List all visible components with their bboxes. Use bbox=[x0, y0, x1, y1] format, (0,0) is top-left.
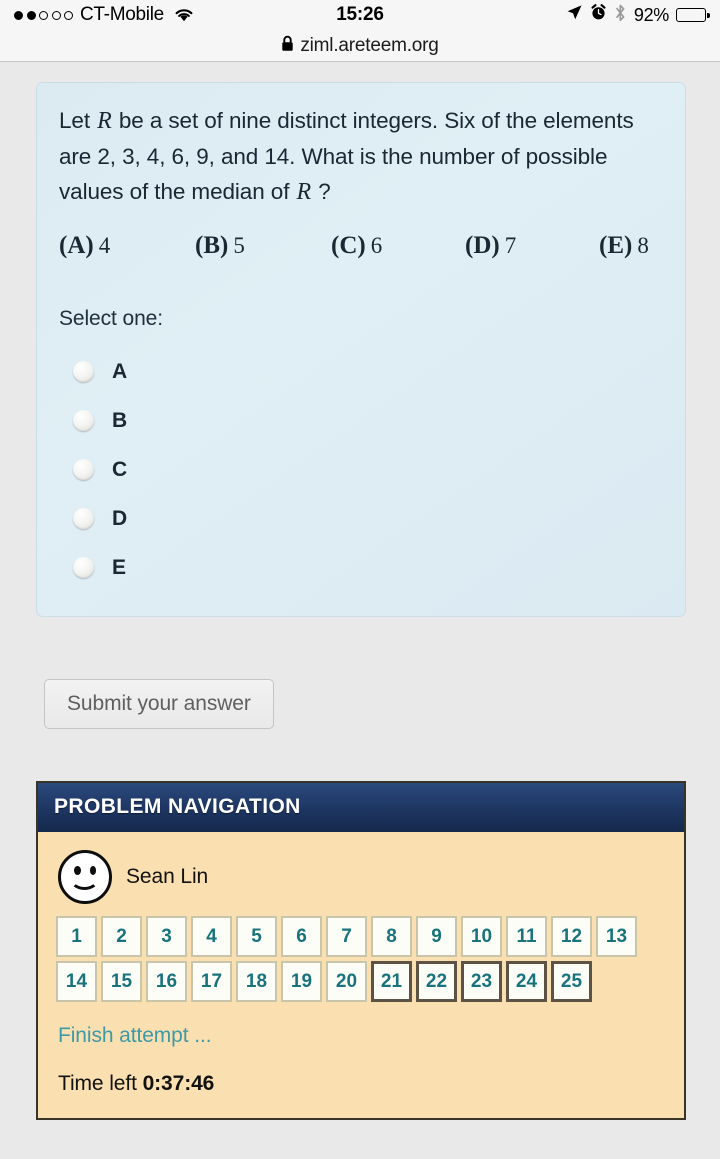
option-label-c: C bbox=[112, 457, 128, 481]
radio-button-b[interactable] bbox=[73, 410, 94, 431]
cellular-signal-dots bbox=[14, 10, 73, 20]
problem-button-1[interactable]: 1 bbox=[56, 916, 97, 957]
option-row-b[interactable]: B bbox=[59, 396, 663, 445]
problem-button-4[interactable]: 4 bbox=[191, 916, 232, 957]
answer-choice-b-label: (B) bbox=[195, 232, 229, 259]
time-left-label: Time left bbox=[58, 1072, 143, 1095]
answer-choice-e-label: (E) bbox=[599, 232, 633, 259]
answer-options-list: A B C D E bbox=[59, 347, 663, 592]
signal-dot-filled bbox=[26, 10, 36, 20]
question-text: Let R be a set of nine distinct integers… bbox=[59, 103, 663, 210]
math-variable-r-2: R bbox=[296, 179, 312, 205]
question-card: Let R be a set of nine distinct integers… bbox=[36, 82, 686, 617]
location-arrow-icon bbox=[566, 4, 583, 26]
answer-choice-a-label: (A) bbox=[59, 232, 94, 259]
status-bar-left: CT-Mobile bbox=[14, 4, 195, 26]
problem-button-7[interactable]: 7 bbox=[326, 916, 367, 957]
ios-status-bar: CT-Mobile 15:26 92% bbox=[0, 0, 720, 30]
time-left-value: 0:37:46 bbox=[142, 1072, 215, 1095]
math-variable-r-1: R bbox=[97, 108, 112, 134]
problem-navigation-header: PROBLEM NAVIGATION bbox=[38, 783, 684, 832]
option-row-a[interactable]: A bbox=[59, 347, 663, 396]
answer-choice-e: (E) 8 bbox=[599, 232, 649, 260]
answer-choice-d-value: 7 bbox=[504, 233, 517, 258]
option-label-e: E bbox=[112, 555, 127, 579]
submit-answer-button[interactable]: Submit your answer bbox=[44, 679, 274, 729]
signal-dot-empty bbox=[39, 10, 48, 20]
problem-button-10[interactable]: 10 bbox=[461, 916, 502, 957]
question-text-part-3: ? bbox=[312, 179, 331, 204]
battery-icon bbox=[676, 8, 710, 22]
signal-dot-empty bbox=[64, 10, 73, 20]
problem-button-9[interactable]: 9 bbox=[416, 916, 457, 957]
problem-button-24[interactable]: 24 bbox=[506, 961, 547, 1002]
answer-choice-a: (A) 4 bbox=[59, 232, 195, 260]
signal-dot-filled bbox=[14, 10, 23, 20]
answer-choice-d: (D) 7 bbox=[465, 232, 599, 260]
smiley-face-avatar-icon bbox=[58, 850, 112, 904]
problem-button-19[interactable]: 19 bbox=[281, 961, 322, 1002]
url-text: ziml.areteem.org bbox=[300, 34, 439, 56]
problem-button-18[interactable]: 18 bbox=[236, 961, 277, 1002]
page-content: Let R be a set of nine distinct integers… bbox=[0, 82, 720, 1159]
question-text-part-1: Let bbox=[59, 108, 97, 133]
option-row-c[interactable]: C bbox=[59, 445, 663, 494]
problem-button-14[interactable]: 14 bbox=[56, 961, 97, 1002]
problem-button-6[interactable]: 6 bbox=[281, 916, 322, 957]
select-one-label: Select one: bbox=[59, 307, 163, 330]
bluetooth-icon bbox=[614, 4, 627, 27]
problem-button-17[interactable]: 17 bbox=[191, 961, 232, 1002]
problem-button-8[interactable]: 8 bbox=[371, 916, 412, 957]
user-name: Sean Lin bbox=[126, 865, 209, 888]
problem-number-grid: 1 2 3 4 5 6 7 8 9 10 11 12 13 14 15 16 1… bbox=[52, 916, 666, 1002]
problem-button-22[interactable]: 22 bbox=[416, 961, 457, 1002]
problem-navigation-panel: PROBLEM NAVIGATION Sean Lin 1 2 3 4 5 6 … bbox=[36, 781, 686, 1120]
alarm-clock-icon bbox=[590, 4, 607, 26]
option-label-d: D bbox=[112, 506, 128, 530]
answer-choice-c-label: (C) bbox=[331, 232, 366, 259]
answer-choice-e-value: 8 bbox=[637, 233, 649, 258]
carrier-name: CT-Mobile bbox=[80, 4, 164, 25]
battery-percentage: 92% bbox=[633, 4, 669, 25]
user-row: Sean Lin bbox=[52, 846, 670, 916]
radio-button-c[interactable] bbox=[73, 459, 94, 480]
problem-button-13[interactable]: 13 bbox=[596, 916, 637, 957]
option-row-d[interactable]: D bbox=[59, 494, 663, 543]
answer-choice-a-value: 4 bbox=[98, 233, 111, 258]
wifi-icon bbox=[173, 7, 195, 23]
answer-choices-row: (A) 4 (B) 5 (C) 6 (D) 7 (E) 8 bbox=[59, 232, 663, 260]
option-row-e[interactable]: E bbox=[59, 543, 663, 592]
option-label-b: B bbox=[112, 408, 128, 432]
option-label-a: A bbox=[112, 359, 128, 383]
radio-button-d[interactable] bbox=[73, 508, 94, 529]
answer-choice-b-value: 5 bbox=[233, 233, 245, 258]
problem-button-21[interactable]: 21 bbox=[371, 961, 412, 1002]
problem-button-2[interactable]: 2 bbox=[101, 916, 142, 957]
answer-choice-d-label: (D) bbox=[465, 232, 500, 259]
lock-icon bbox=[281, 35, 294, 57]
problem-button-12[interactable]: 12 bbox=[551, 916, 592, 957]
signal-dot-empty bbox=[51, 10, 61, 20]
browser-url-bar[interactable]: ziml.areteem.org bbox=[0, 30, 720, 62]
problem-button-15[interactable]: 15 bbox=[101, 961, 142, 1002]
problem-navigation-body: Sean Lin 1 2 3 4 5 6 7 8 9 10 11 12 13 1… bbox=[38, 832, 684, 1118]
status-bar-right: 92% bbox=[566, 4, 710, 27]
question-text-part-2: be a set of nine distinct integers. Six … bbox=[59, 108, 634, 204]
problem-button-20[interactable]: 20 bbox=[326, 961, 367, 1002]
problem-button-16[interactable]: 16 bbox=[146, 961, 187, 1002]
time-left-row: Time left 0:37:46 bbox=[58, 1072, 670, 1096]
radio-button-e[interactable] bbox=[73, 557, 94, 578]
problem-button-11[interactable]: 11 bbox=[506, 916, 547, 957]
finish-attempt-link[interactable]: Finish attempt ... bbox=[58, 1024, 212, 1048]
problem-button-23[interactable]: 23 bbox=[461, 961, 502, 1002]
problem-button-25[interactable]: 25 bbox=[551, 961, 592, 1002]
answer-choice-c: (C) 6 bbox=[331, 232, 465, 260]
answer-choice-b: (B) 5 bbox=[195, 232, 331, 260]
problem-button-5[interactable]: 5 bbox=[236, 916, 277, 957]
problem-button-3[interactable]: 3 bbox=[146, 916, 187, 957]
answer-choice-c-value: 6 bbox=[370, 233, 383, 258]
submit-area: Submit your answer bbox=[44, 679, 720, 729]
radio-button-a[interactable] bbox=[73, 361, 94, 382]
